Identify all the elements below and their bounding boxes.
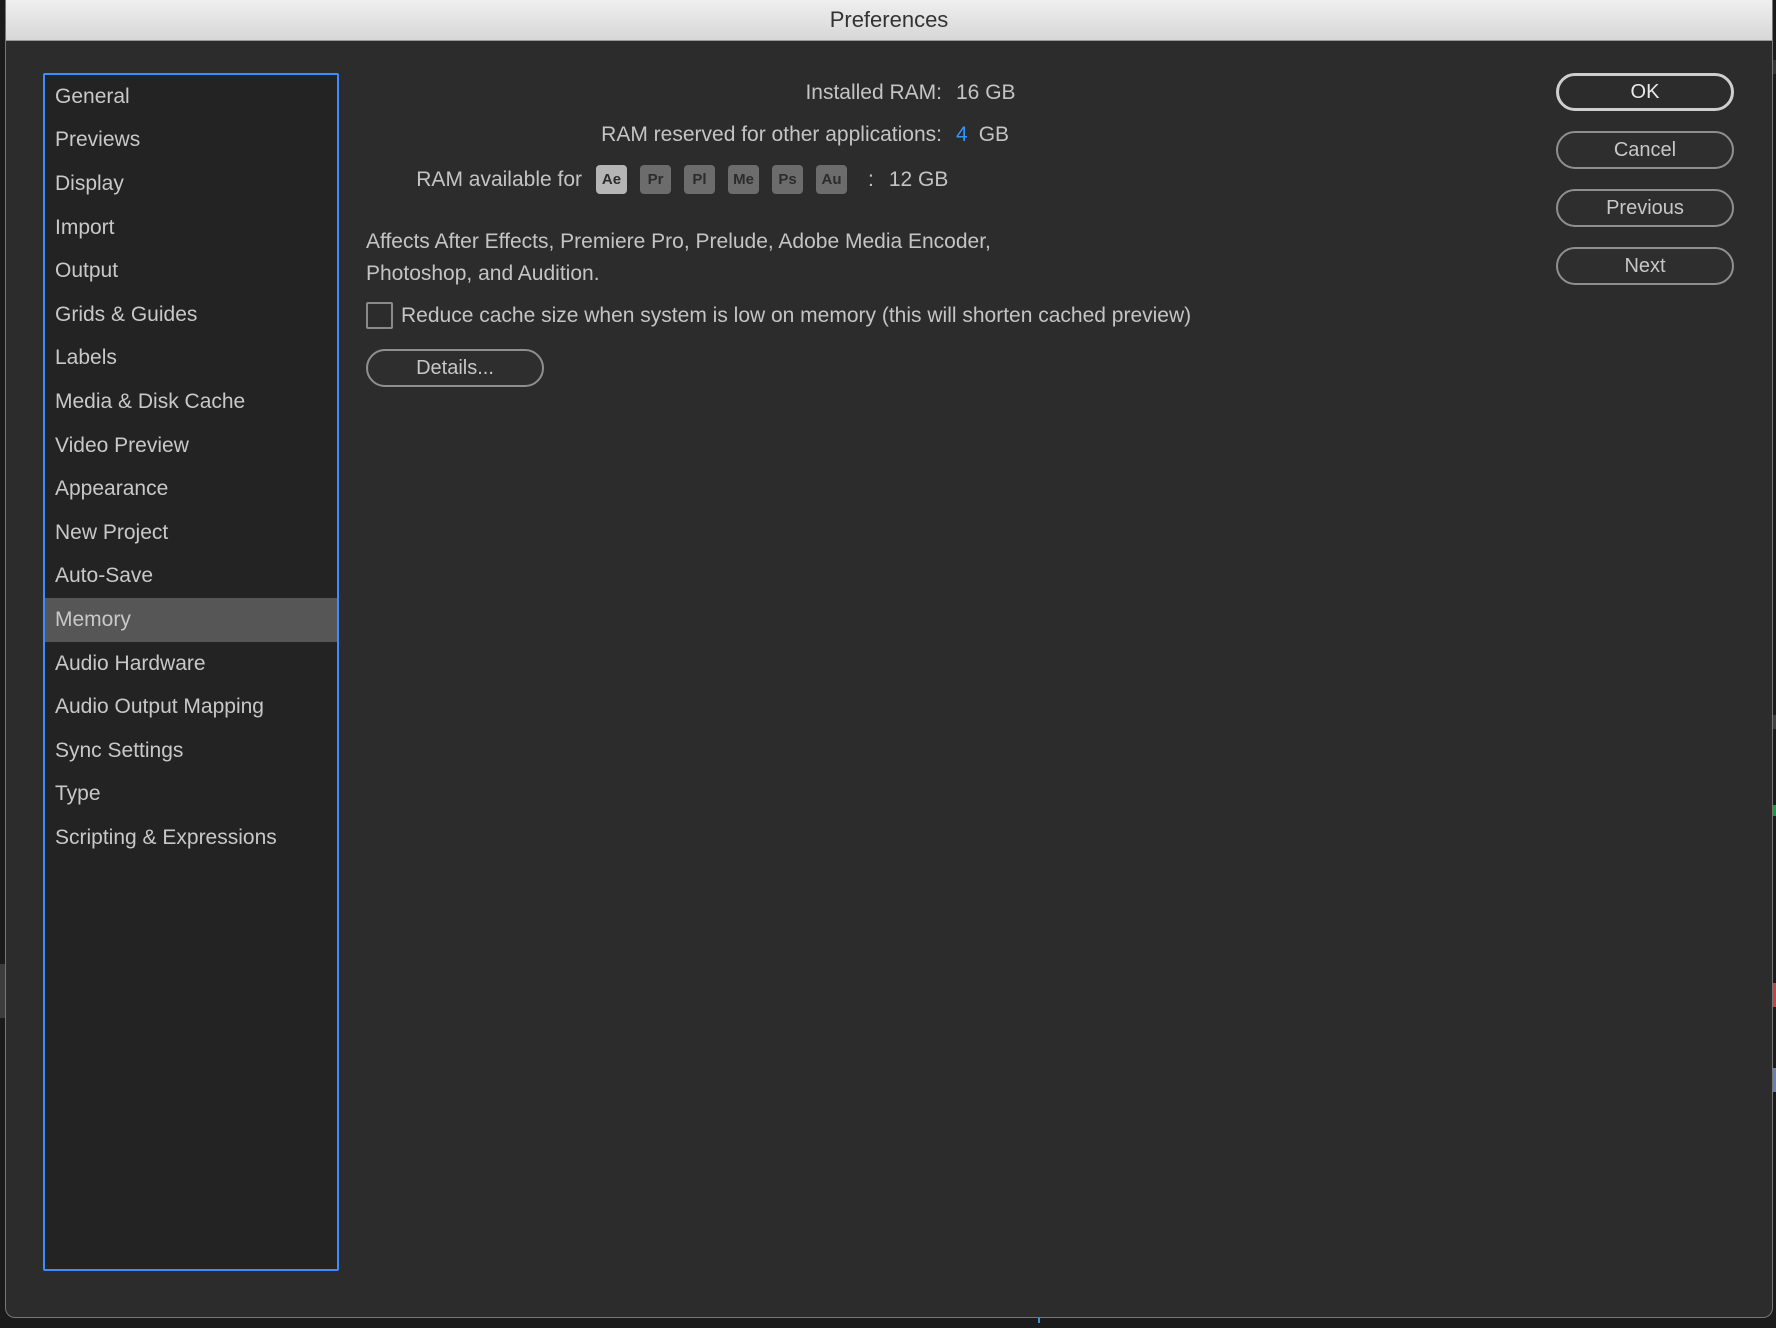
app-icon-pl: Pl — [684, 165, 715, 194]
app-icon-ae: Ae — [596, 165, 627, 194]
reserved-ram-input[interactable]: 4 — [956, 123, 968, 147]
sidebar-item-output[interactable]: Output — [45, 249, 337, 293]
preferences-dialog: Preferences GeneralPreviewsDisplayImport… — [5, 0, 1773, 1318]
memory-panel: Installed RAM: 16 GB RAM reserved for ot… — [366, 81, 1486, 387]
app-icon-list: Ae Pr Pl Me Ps Au — [596, 165, 847, 194]
installed-ram-label: Installed RAM: — [366, 81, 956, 105]
sidebar-item-audio-hardware[interactable]: Audio Hardware — [45, 642, 337, 686]
app-icon-ps: Ps — [772, 165, 803, 194]
details-button[interactable]: Details... — [366, 349, 544, 387]
sidebar-item-scripting-expressions[interactable]: Scripting & Expressions — [45, 816, 337, 860]
reserved-ram-label: RAM reserved for other applications: — [366, 123, 956, 147]
sidebar-item-previews[interactable]: Previews — [45, 119, 337, 163]
separator: : — [858, 168, 878, 192]
sidebar-item-sync-settings[interactable]: Sync Settings — [45, 729, 337, 773]
sidebar-item-memory[interactable]: Memory — [45, 598, 337, 642]
next-button[interactable]: Next — [1556, 247, 1734, 285]
ok-button[interactable]: OK — [1556, 73, 1734, 111]
sidebar-item-appearance[interactable]: Appearance — [45, 467, 337, 511]
available-ram-value: 12 GB — [889, 168, 949, 192]
installed-ram-value: 16 GB — [956, 81, 1016, 105]
window-title: Preferences — [6, 0, 1772, 41]
app-icon-au: Au — [816, 165, 847, 194]
category-sidebar: GeneralPreviewsDisplayImportOutputGrids … — [43, 73, 339, 1271]
reserved-ram-unit: GB — [979, 123, 1009, 147]
dialog-button-column: OK Cancel Previous Next — [1556, 73, 1734, 285]
reduce-cache-checkbox[interactable] — [366, 302, 393, 329]
sidebar-item-grids-guides[interactable]: Grids & Guides — [45, 293, 337, 337]
sidebar-item-video-preview[interactable]: Video Preview — [45, 424, 337, 468]
sidebar-item-auto-save[interactable]: Auto-Save — [45, 555, 337, 599]
app-icon-pr: Pr — [640, 165, 671, 194]
sidebar-item-import[interactable]: Import — [45, 206, 337, 250]
sidebar-item-display[interactable]: Display — [45, 162, 337, 206]
sidebar-item-new-project[interactable]: New Project — [45, 511, 337, 555]
dialog-content: GeneralPreviewsDisplayImportOutputGrids … — [6, 41, 1772, 1317]
sidebar-item-audio-output-mapping[interactable]: Audio Output Mapping — [45, 685, 337, 729]
sidebar-item-type[interactable]: Type — [45, 773, 337, 817]
sidebar-item-general[interactable]: General — [45, 75, 337, 119]
reduce-cache-label: Reduce cache size when system is low on … — [401, 304, 1191, 328]
previous-button[interactable]: Previous — [1556, 189, 1734, 227]
affects-note: Affects After Effects, Premiere Pro, Pre… — [366, 226, 1026, 290]
app-icon-me: Me — [728, 165, 759, 194]
available-ram-label: RAM available for — [366, 168, 596, 192]
sidebar-item-labels[interactable]: Labels — [45, 337, 337, 381]
sidebar-item-media-disk-cache[interactable]: Media & Disk Cache — [45, 380, 337, 424]
cancel-button[interactable]: Cancel — [1556, 131, 1734, 169]
